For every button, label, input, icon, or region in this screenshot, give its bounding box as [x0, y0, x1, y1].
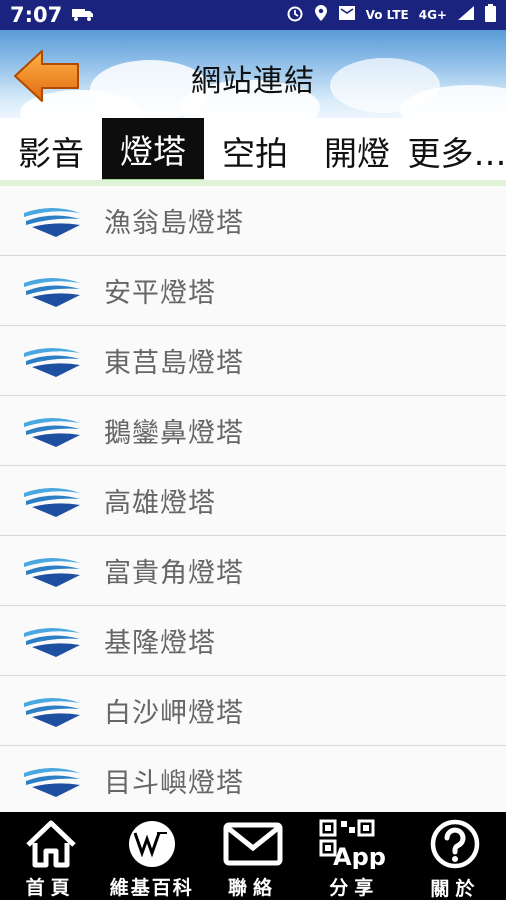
tab-aerial[interactable]: 空拍 [204, 118, 306, 184]
list-item[interactable]: 基隆燈塔 [0, 606, 506, 676]
mail-icon [223, 818, 283, 869]
nav-label: 首頁 [25, 877, 76, 899]
network-label: 4G+ [418, 8, 447, 22]
tab-video[interactable]: 影音 [0, 118, 102, 184]
wave-logo-icon [24, 697, 80, 727]
nav-label: 聯絡 [228, 877, 279, 899]
nav-label: 分享 [329, 877, 380, 899]
list-item-label: 白沙岬燈塔 [104, 698, 244, 729]
list-item[interactable]: 高雄燈塔 [0, 466, 506, 536]
qr-app-icon: App [319, 818, 389, 869]
wave-logo-icon [24, 417, 80, 447]
list-item-label: 安平燈塔 [104, 278, 216, 309]
nav-about[interactable]: 關於 [405, 812, 506, 900]
wave-logo-icon [24, 277, 80, 307]
list-item-label: 基隆燈塔 [104, 628, 216, 659]
alarm-icon [286, 4, 304, 26]
list-item-label: 高雄燈塔 [104, 488, 216, 519]
list-item-label: 鵝鑾鼻燈塔 [104, 418, 244, 449]
list-item[interactable]: 目斗嶼燈塔 [0, 746, 506, 812]
list-item-label: 東莒島燈塔 [104, 348, 244, 379]
wave-logo-icon [24, 627, 80, 657]
volte-label: Vo LTE [365, 8, 409, 22]
nav-label: 關於 [430, 878, 481, 900]
tab-lighthouse[interactable]: 燈塔 [102, 118, 204, 184]
list-item-label: 目斗嶼燈塔 [104, 768, 244, 799]
wikipedia-icon [121, 818, 183, 869]
tab-open-light[interactable]: 開燈 [306, 118, 408, 184]
help-icon [429, 818, 481, 870]
header: 網站連結 [0, 30, 506, 118]
home-icon [24, 818, 78, 869]
signal-icon [457, 5, 475, 25]
wave-logo-icon [24, 487, 80, 517]
list-item[interactable]: 鵝鑾鼻燈塔 [0, 396, 506, 466]
nav-share[interactable]: App 分享 [304, 812, 405, 900]
nav-label: 維基百科 [109, 877, 194, 899]
wave-logo-icon [24, 557, 80, 587]
message-icon [338, 5, 356, 25]
tab-more[interactable]: 更多… [408, 118, 506, 184]
wave-logo-icon [24, 347, 80, 377]
category-tabs: 影音 燈塔 空拍 開燈 更多… [0, 118, 506, 184]
wave-logo-icon [24, 207, 80, 237]
nav-contact[interactable]: 聯絡 [202, 812, 303, 900]
truck-notification-icon [72, 6, 94, 25]
lighthouse-list: 漁翁島燈塔 安平燈塔 東莒島燈塔 鵝鑾鼻燈塔 高雄燈塔 富貴角燈塔 基隆燈塔 白… [0, 186, 506, 812]
location-icon [314, 4, 328, 26]
list-item[interactable]: 安平燈塔 [0, 256, 506, 326]
wave-logo-icon [24, 767, 80, 797]
nav-wikipedia[interactable]: 維基百科 [101, 812, 202, 900]
nav-home[interactable]: 首頁 [0, 812, 101, 900]
list-item[interactable]: 白沙岬燈塔 [0, 676, 506, 746]
list-item-label: 富貴角燈塔 [104, 558, 244, 589]
list-item[interactable]: 富貴角燈塔 [0, 536, 506, 606]
page-title: 網站連結 [191, 64, 315, 99]
list-item[interactable]: 漁翁島燈塔 [0, 186, 506, 256]
list-item[interactable]: 東莒島燈塔 [0, 326, 506, 396]
battery-icon [485, 4, 496, 26]
status-bar: 7:07 Vo LTE 4G+ [0, 0, 506, 30]
status-time: 7:07 [10, 3, 63, 27]
bottom-nav: 首頁 維基百科 聯絡 App 分享 關於 [0, 812, 506, 900]
qr-app-text: App [333, 843, 386, 869]
list-item-label: 漁翁島燈塔 [104, 208, 244, 239]
